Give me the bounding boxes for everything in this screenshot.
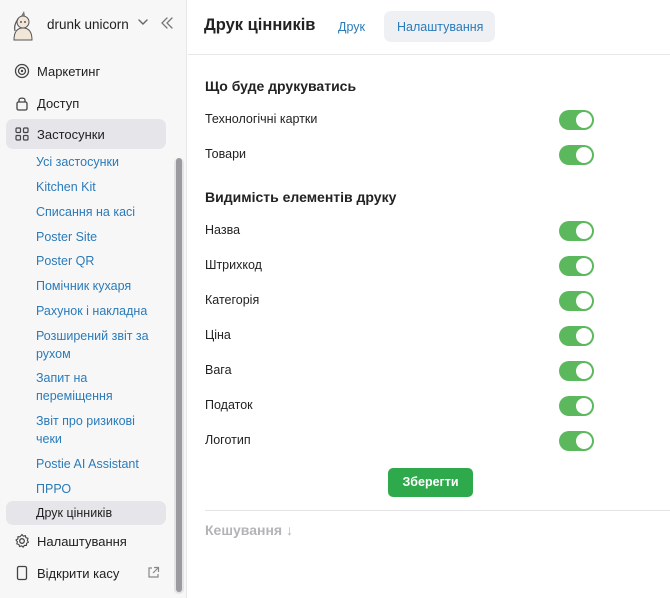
toggle-knob [576, 398, 592, 414]
setting-label: Технологічні картки [205, 112, 318, 126]
page-title: Друк цінників [204, 16, 316, 34]
apps-grid-icon [15, 127, 29, 141]
toggle-knob [576, 433, 592, 449]
setting-label: Товари [205, 147, 246, 161]
app-link-price-tags[interactable]: Друк цінників [6, 501, 166, 525]
caching-section-toggle[interactable]: Кешування ↓ [205, 522, 293, 538]
nav-item-label: Налаштування [37, 534, 127, 549]
toggle-barcode[interactable] [559, 256, 594, 276]
account-name: drunk unicorn [47, 17, 129, 32]
divider [205, 510, 670, 511]
app-link-all[interactable]: Усі застосунки [36, 153, 164, 171]
toggle-logo[interactable] [559, 431, 594, 451]
app-link-poster-qr[interactable]: Poster QR [36, 252, 164, 270]
nav-item-apps[interactable]: Застосунки [6, 119, 166, 149]
toggle-price[interactable] [559, 326, 594, 346]
gear-icon [15, 533, 30, 548]
setting-label: Податок [205, 398, 253, 412]
tab-settings[interactable]: Налаштування [384, 11, 495, 42]
save-button[interactable]: Зберегти [388, 468, 473, 497]
sidebar-scrollbar[interactable] [174, 158, 184, 594]
page-header: Друк цінників Друк Налаштування [188, 0, 670, 55]
toggle-category[interactable] [559, 291, 594, 311]
toggle-knob [576, 147, 592, 163]
toggle-knob [576, 258, 592, 274]
nav-item-label: Застосунки [37, 127, 105, 142]
toggle-knob [576, 112, 592, 128]
unicorn-logo-icon [13, 11, 33, 41]
app-link-writeoff[interactable]: Списання на касі [36, 203, 164, 221]
scrollbar-thumb[interactable] [176, 158, 182, 592]
toggle-knob [576, 363, 592, 379]
app-link-extended-report[interactable]: Розширений звіт за рухом [36, 327, 164, 363]
nav-item-access[interactable]: Доступ [6, 88, 166, 118]
account-switcher[interactable]: drunk unicorn [0, 0, 187, 52]
app-link-prro[interactable]: ПРРО [36, 480, 164, 498]
nav-item-open-register[interactable]: Відкрити касу [6, 558, 166, 588]
section-title-print-what: Що буде друкуватись [205, 78, 357, 94]
lock-icon [16, 97, 28, 111]
app-link-transfer-request[interactable]: Запит на переміщення [36, 369, 164, 405]
sidebar: drunk unicorn Маркетинг Доступ Застосунк… [0, 0, 187, 598]
chevron-down-icon[interactable] [136, 15, 150, 29]
setting-label: Штрихкод [205, 258, 262, 272]
toggle-knob [576, 328, 592, 344]
nav-item-label: Відкрити касу [37, 566, 120, 581]
section-title-visibility: Видимість елементів друку [205, 189, 397, 205]
toggle-tech-cards[interactable] [559, 110, 594, 130]
toggle-tax[interactable] [559, 396, 594, 416]
target-icon [14, 63, 30, 79]
external-link-icon [148, 566, 160, 578]
setting-label: Логотип [205, 433, 251, 447]
toggle-weight[interactable] [559, 361, 594, 381]
app-link-cook-helper[interactable]: Помічник кухаря [36, 277, 164, 295]
nav-item-settings[interactable]: Налаштування [6, 526, 166, 556]
app-link-kitchen-kit[interactable]: Kitchen Kit [36, 178, 164, 196]
nav-item-marketing[interactable]: Маркетинг [6, 56, 166, 86]
tab-label: Налаштування [397, 20, 484, 34]
tablet-icon [16, 565, 28, 581]
toggle-knob [576, 293, 592, 309]
app-link-poster-site[interactable]: Poster Site [36, 228, 164, 246]
tab-print[interactable]: Друк [328, 11, 378, 42]
setting-label: Назва [205, 223, 241, 237]
app-link-risky-checks[interactable]: Звіт про ризикові чеки [36, 412, 164, 448]
toggle-knob [576, 223, 592, 239]
app-link-invoice[interactable]: Рахунок і накладна [36, 302, 164, 320]
tab-label: Друк [338, 20, 365, 34]
toggle-name[interactable] [559, 221, 594, 241]
app-link-label: Друк цінників [36, 506, 113, 520]
setting-label: Ціна [205, 328, 231, 342]
collapse-sidebar-icon[interactable] [159, 15, 175, 31]
setting-label: Категорія [205, 293, 260, 307]
nav-item-label: Доступ [37, 96, 80, 111]
toggle-products[interactable] [559, 145, 594, 165]
nav-item-label: Маркетинг [37, 64, 101, 79]
app-link-postie-ai[interactable]: Postie AI Assistant [36, 455, 164, 473]
setting-label: Вага [205, 363, 232, 377]
